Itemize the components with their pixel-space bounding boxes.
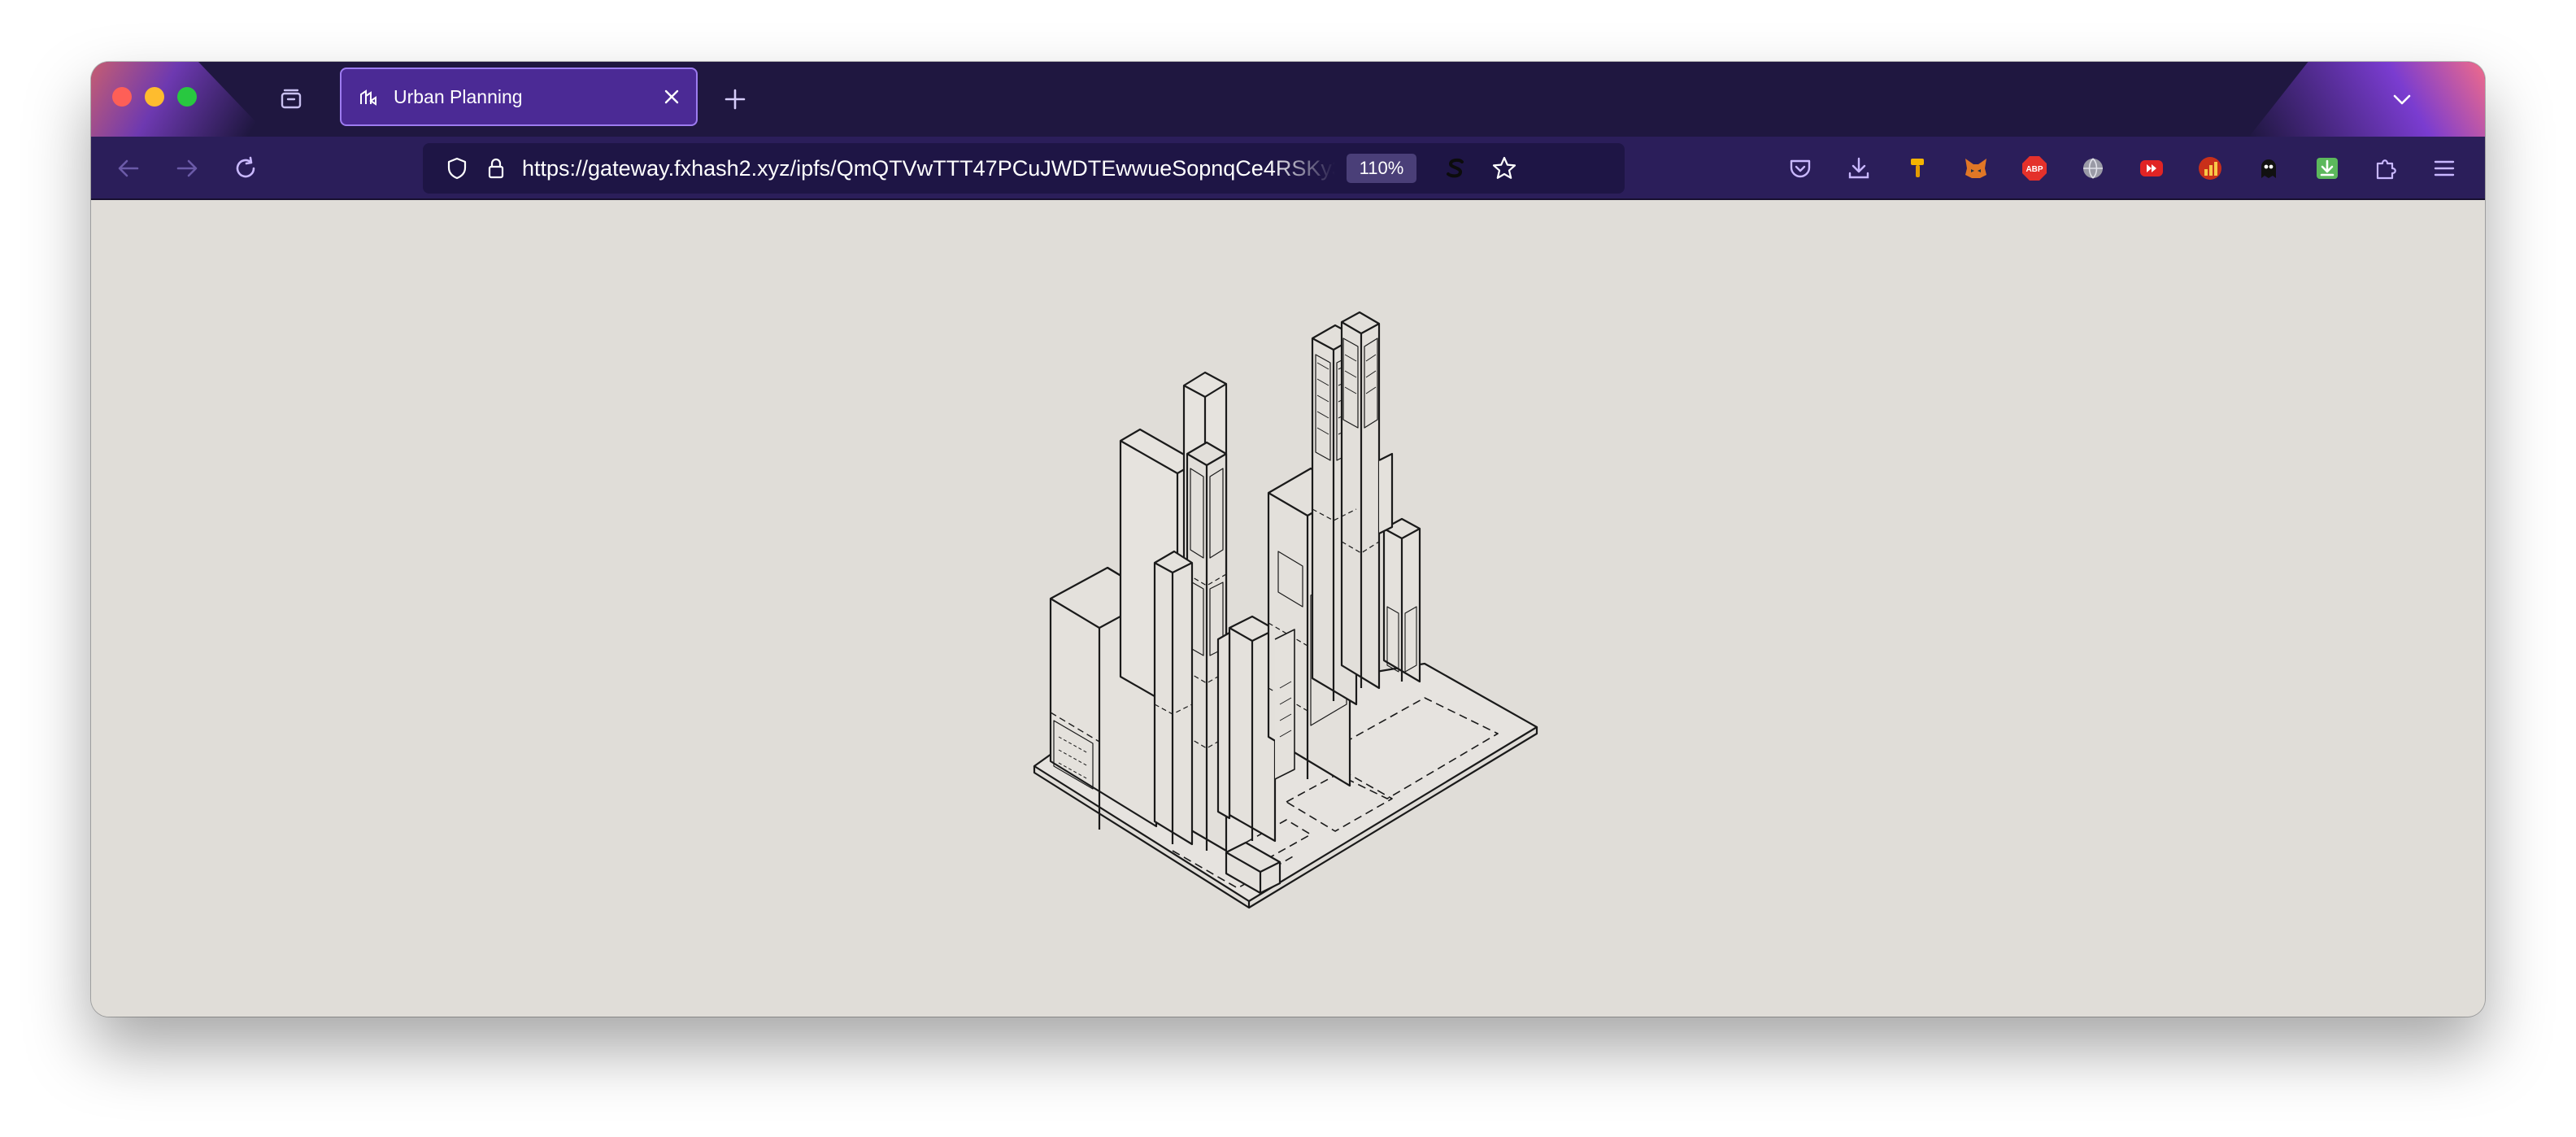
pocket-icon[interactable] <box>1782 150 1818 186</box>
plus-icon <box>724 89 746 110</box>
youtube-extension-icon[interactable] <box>2134 150 2169 186</box>
zoom-level-badge[interactable]: 110% <box>1347 154 1416 183</box>
arrow-right-icon <box>176 159 198 177</box>
svg-text:ABP: ABP <box>2026 165 2043 174</box>
reload-button[interactable] <box>226 149 265 188</box>
extension-s-icon[interactable] <box>1436 149 1475 188</box>
address-bar[interactable]: https://gateway.fxhash2.xyz/ipfs/QmQTVwT… <box>423 143 1625 194</box>
lock-icon[interactable] <box>476 149 516 188</box>
browser-window: Urban Planning https://gateway.fxhash2.x… <box>91 62 2485 1017</box>
forward-button[interactable] <box>168 149 207 188</box>
adblock-plus-icon[interactable]: ABP <box>2017 150 2052 186</box>
reload-icon <box>236 156 255 178</box>
arrow-left-icon <box>118 159 139 177</box>
url-text[interactable]: https://gateway.fxhash2.xyz/ipfs/QmQTVwT… <box>522 143 1335 194</box>
window-maximize-button[interactable] <box>177 87 197 107</box>
urban-planning-artwork <box>1033 311 1538 909</box>
bookmark-star-icon[interactable] <box>1485 149 1524 188</box>
ghost-extension-icon[interactable] <box>2251 150 2287 186</box>
download-extension-icon[interactable] <box>2309 150 2345 186</box>
chevron-down-icon <box>2393 94 2411 105</box>
tab-urban-planning[interactable]: Urban Planning <box>340 68 698 126</box>
globe-extension-icon[interactable] <box>2075 150 2111 186</box>
chart-extension-icon[interactable] <box>2192 150 2228 186</box>
page-content <box>91 200 2485 1017</box>
menu-icon[interactable] <box>2426 150 2462 186</box>
theme-decoration-right <box>2249 62 2485 137</box>
downloads-icon[interactable] <box>1841 150 1877 186</box>
brush-extension-icon[interactable] <box>1899 150 1935 186</box>
extensions-puzzle-icon[interactable] <box>2368 150 2404 186</box>
metamask-icon[interactable] <box>1958 150 1994 186</box>
tab-title: Urban Planning <box>394 85 523 107</box>
tracking-protection-shield-icon[interactable] <box>437 149 476 188</box>
list-all-tabs-button[interactable] <box>2384 81 2420 117</box>
firefox-view-button[interactable] <box>273 81 309 117</box>
navigation-toolbar: https://gateway.fxhash2.xyz/ipfs/QmQTVwT… <box>91 137 2485 200</box>
tab-bar: Urban Planning <box>91 62 2485 137</box>
back-button[interactable] <box>109 149 148 188</box>
firefox-view-icon <box>281 89 302 109</box>
new-tab-button[interactable] <box>717 81 753 117</box>
tab-favicon-icon <box>355 83 382 111</box>
tab-close-icon[interactable] <box>655 81 688 113</box>
window-minimize-button[interactable] <box>145 87 164 107</box>
window-close-button[interactable] <box>112 87 132 107</box>
